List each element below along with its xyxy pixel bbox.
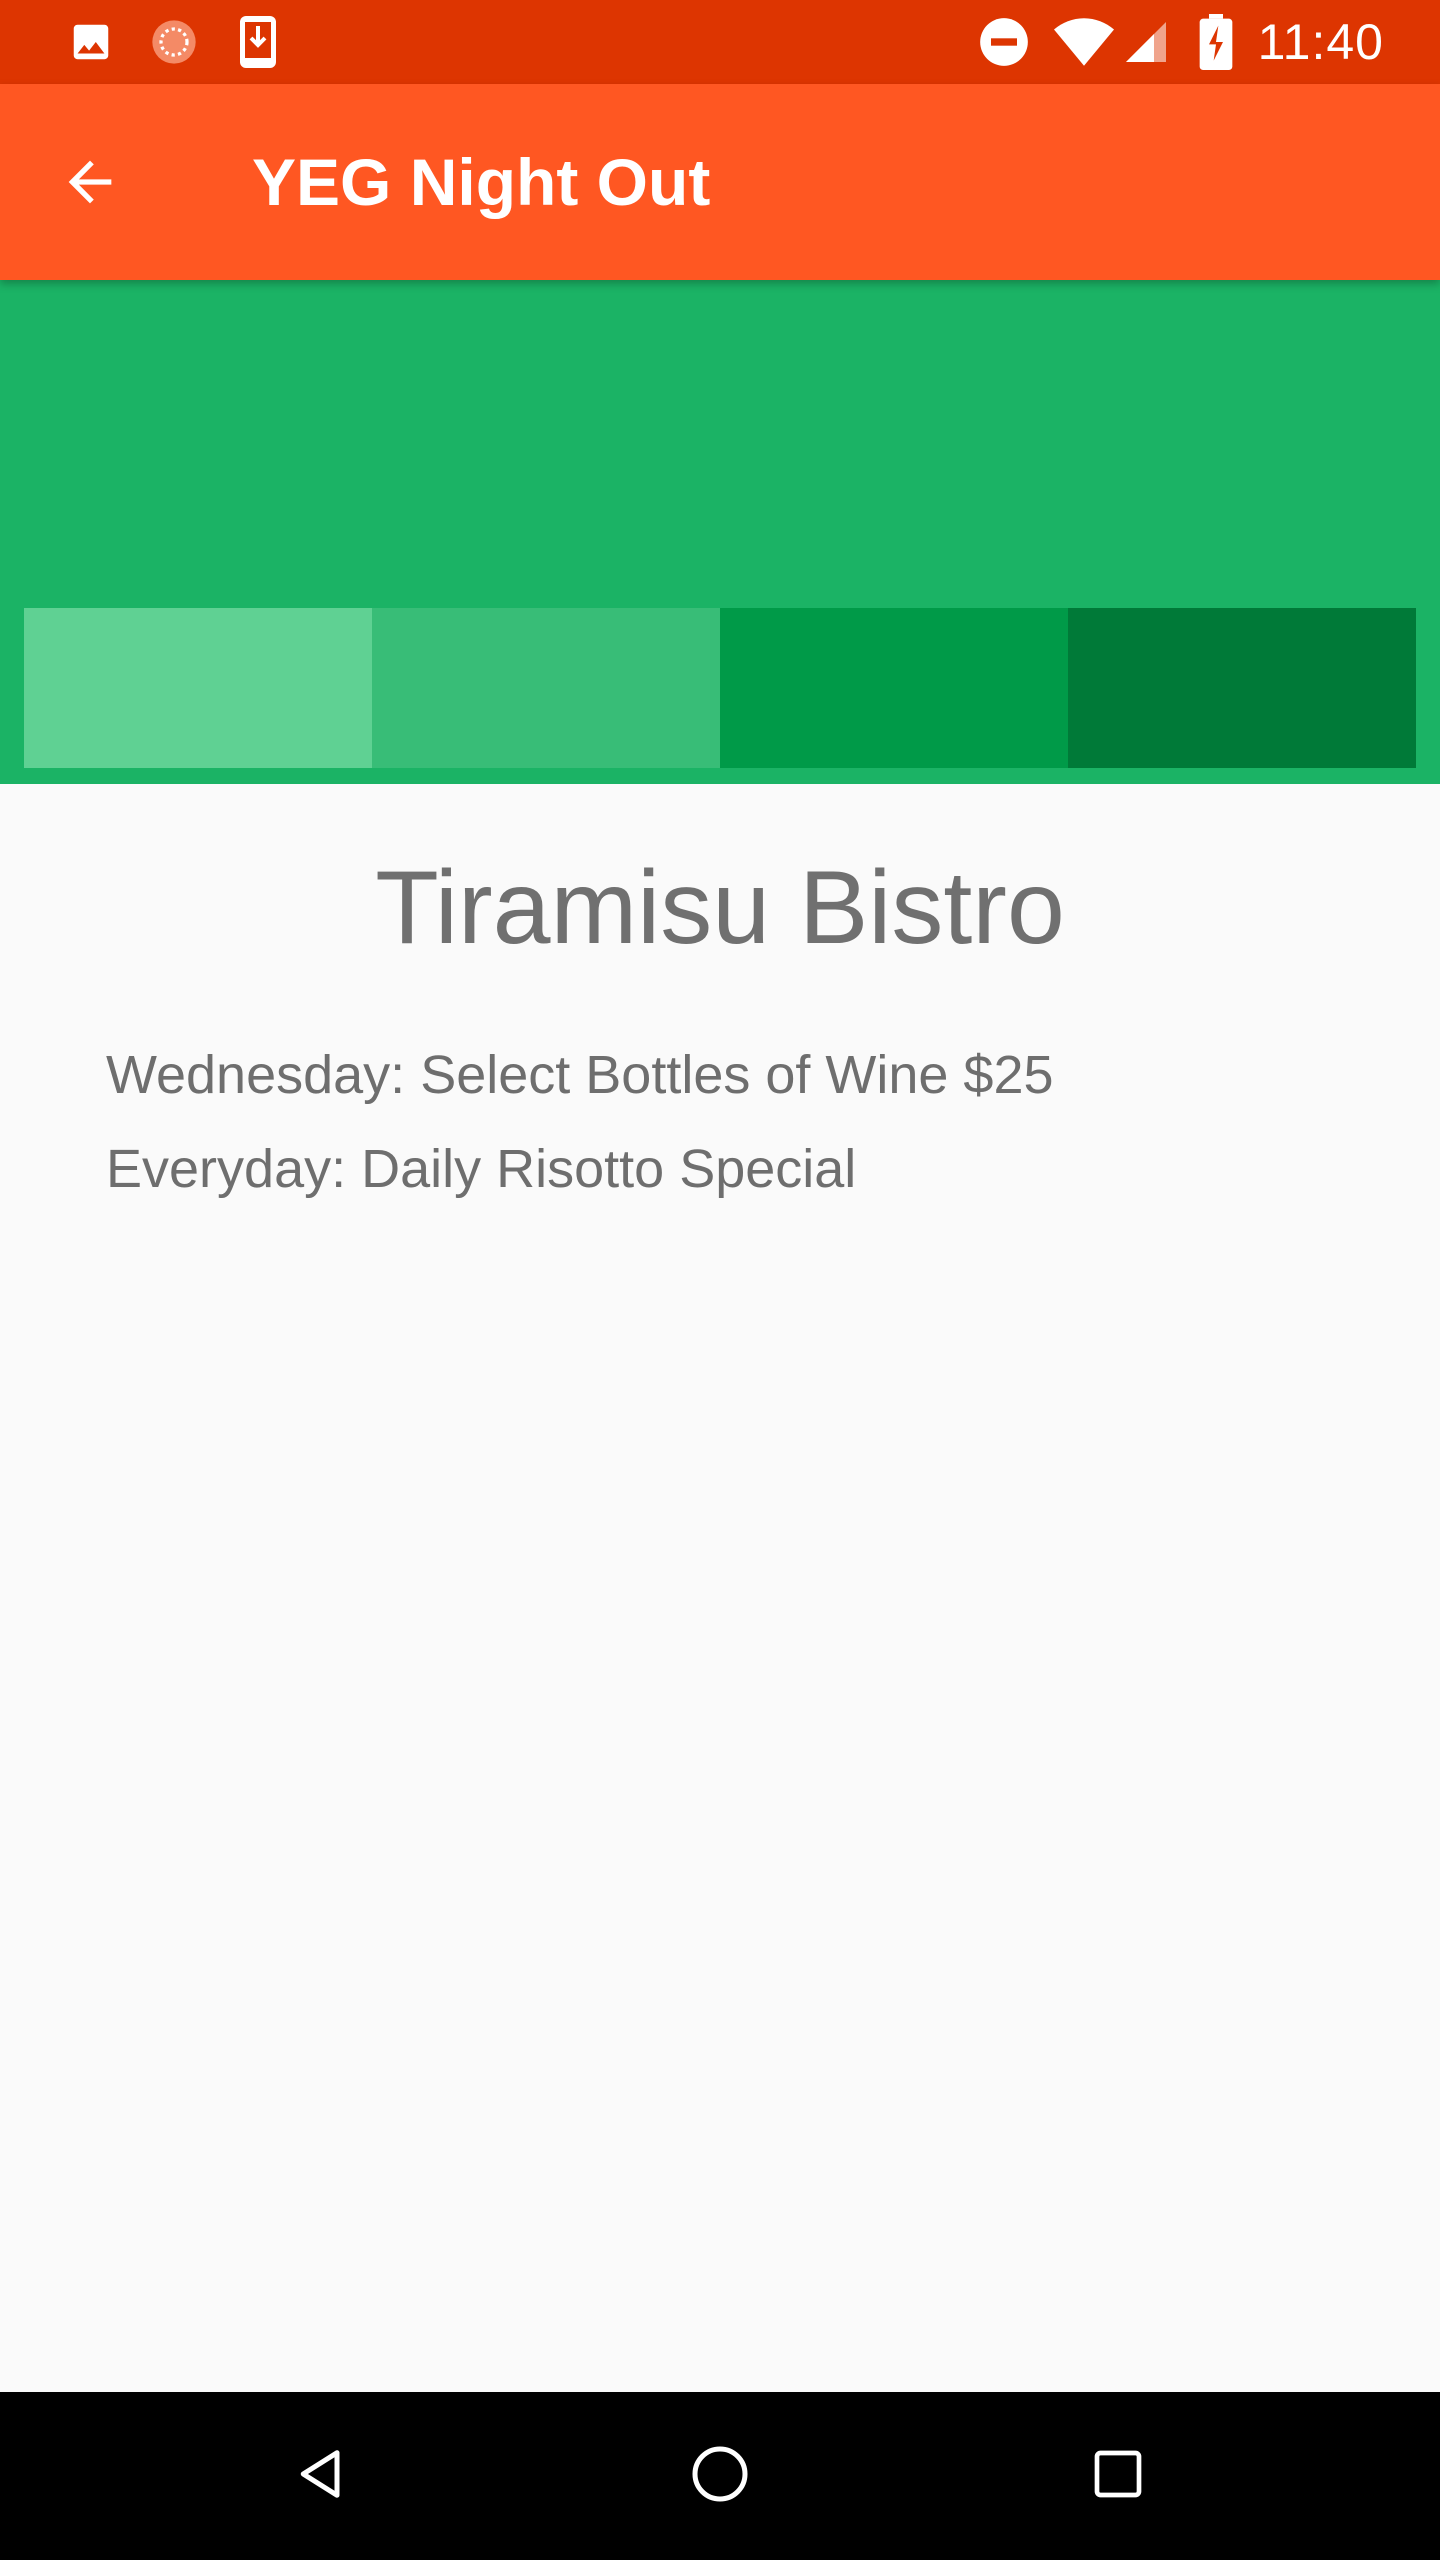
signal-icon	[1120, 14, 1172, 70]
image-icon	[66, 14, 116, 70]
nav-back-button[interactable]	[282, 2436, 362, 2516]
swatch	[1068, 608, 1416, 768]
swatch	[372, 608, 720, 768]
download-icon	[236, 14, 280, 70]
back-button[interactable]	[42, 136, 138, 232]
status-time: 11:40	[1257, 14, 1384, 70]
wifi-icon	[1052, 14, 1116, 70]
nav-recents-icon	[1090, 2446, 1146, 2507]
list-item: Wednesday: Select Bottles of Wine $25	[106, 1045, 1054, 1105]
venue-details: Tiramisu Bistro Wednesday: Select Bottle…	[0, 784, 1440, 1216]
color-swatches	[24, 608, 1416, 768]
battery-charging-icon	[1196, 14, 1236, 70]
app-bar: YEG Night Out	[0, 84, 1440, 280]
do-not-disturb-icon	[976, 14, 1032, 70]
list-item: Everyday: Daily Risotto Special	[106, 1139, 857, 1199]
nav-home-button[interactable]	[680, 2436, 760, 2516]
nav-back-icon	[292, 2444, 352, 2509]
swatch	[24, 608, 372, 768]
specials-list: Wednesday: Select Bottles of Wine $25 Ev…	[106, 1028, 1440, 1216]
venue-name: Tiramisu Bistro	[375, 850, 1065, 966]
system-nav-bar	[0, 2392, 1440, 2560]
status-bar: 11:40	[0, 0, 1440, 84]
arrow-back-icon	[58, 150, 122, 219]
nav-recents-button[interactable]	[1078, 2436, 1158, 2516]
swatch	[720, 608, 1068, 768]
app-title: YEG Night Out	[252, 145, 711, 219]
spinner-icon	[146, 14, 202, 70]
nav-home-icon	[690, 2444, 750, 2509]
hero-banner	[0, 280, 1440, 784]
